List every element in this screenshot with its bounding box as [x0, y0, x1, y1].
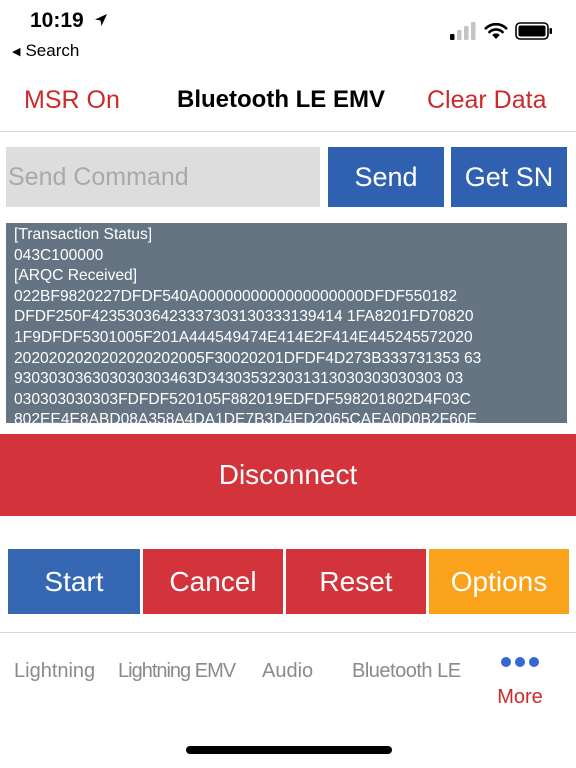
clear-data-button[interactable]: Clear Data: [427, 86, 547, 115]
tab-audio[interactable]: Audio: [262, 660, 313, 683]
more-dots-icon: [501, 657, 539, 667]
tab-more[interactable]: More: [480, 655, 560, 709]
log-line: [Transaction Status]: [14, 226, 153, 243]
send-button[interactable]: Send: [328, 147, 444, 207]
log-line: 030303030303FDFDF520105F882019EDFDF59820…: [14, 390, 471, 408]
log-line: [ARQC Received]: [14, 267, 138, 285]
cancel-button[interactable]: Cancel: [143, 549, 283, 614]
get-sn-button[interactable]: Get SN: [451, 147, 567, 207]
wifi-icon: [484, 22, 508, 39]
log-line: 930303036303030303463D343035323031313030…: [14, 370, 464, 388]
log-line: 802EE4E8ABD08A358A4DA1DE7B3D4ED2065CAEA0…: [14, 411, 477, 423]
back-to-search-link[interactable]: ◀ Search: [12, 41, 79, 61]
battery-icon: [515, 22, 552, 40]
status-time: 10:19: [30, 9, 84, 32]
back-triangle-icon: ◀: [12, 46, 21, 58]
log-line: 1F9DFDF5301005F201A444549474E414E2F414E4…: [14, 328, 473, 346]
log-line: 043C100000: [14, 246, 104, 264]
msr-on-button[interactable]: MSR On: [24, 86, 120, 115]
nav-divider: [0, 131, 576, 132]
log-line: 2020202020202020202005F30020201DFDF4D273…: [14, 349, 482, 367]
page-title: Bluetooth LE EMV: [177, 86, 385, 113]
start-button[interactable]: Start: [8, 549, 140, 614]
log-line: 022BF9820227DFDF540A0000000000000000000D…: [14, 287, 458, 305]
options-button[interactable]: Options: [429, 549, 569, 614]
back-search-label: Search: [25, 41, 80, 60]
log-output[interactable]: [Transaction Status] 043C100000 [ARQC Re…: [6, 223, 567, 423]
tabbar-divider: [0, 632, 576, 633]
signal-icon: [450, 22, 476, 40]
send-command-input[interactable]: [6, 147, 320, 207]
home-indicator[interactable]: [186, 746, 392, 754]
tab-lightning-emv[interactable]: Lightning EMV: [118, 660, 236, 683]
tab-bluetooth-le[interactable]: Bluetooth LE: [352, 660, 461, 683]
location-arrow-icon: [95, 14, 107, 26]
tab-more-label: More: [497, 686, 543, 708]
tab-lightning[interactable]: Lightning: [14, 660, 95, 683]
log-line: DFDF250F42353036423337303130333139414 1F…: [14, 308, 474, 326]
reset-button[interactable]: Reset: [286, 549, 426, 614]
disconnect-button[interactable]: Disconnect: [0, 434, 576, 516]
